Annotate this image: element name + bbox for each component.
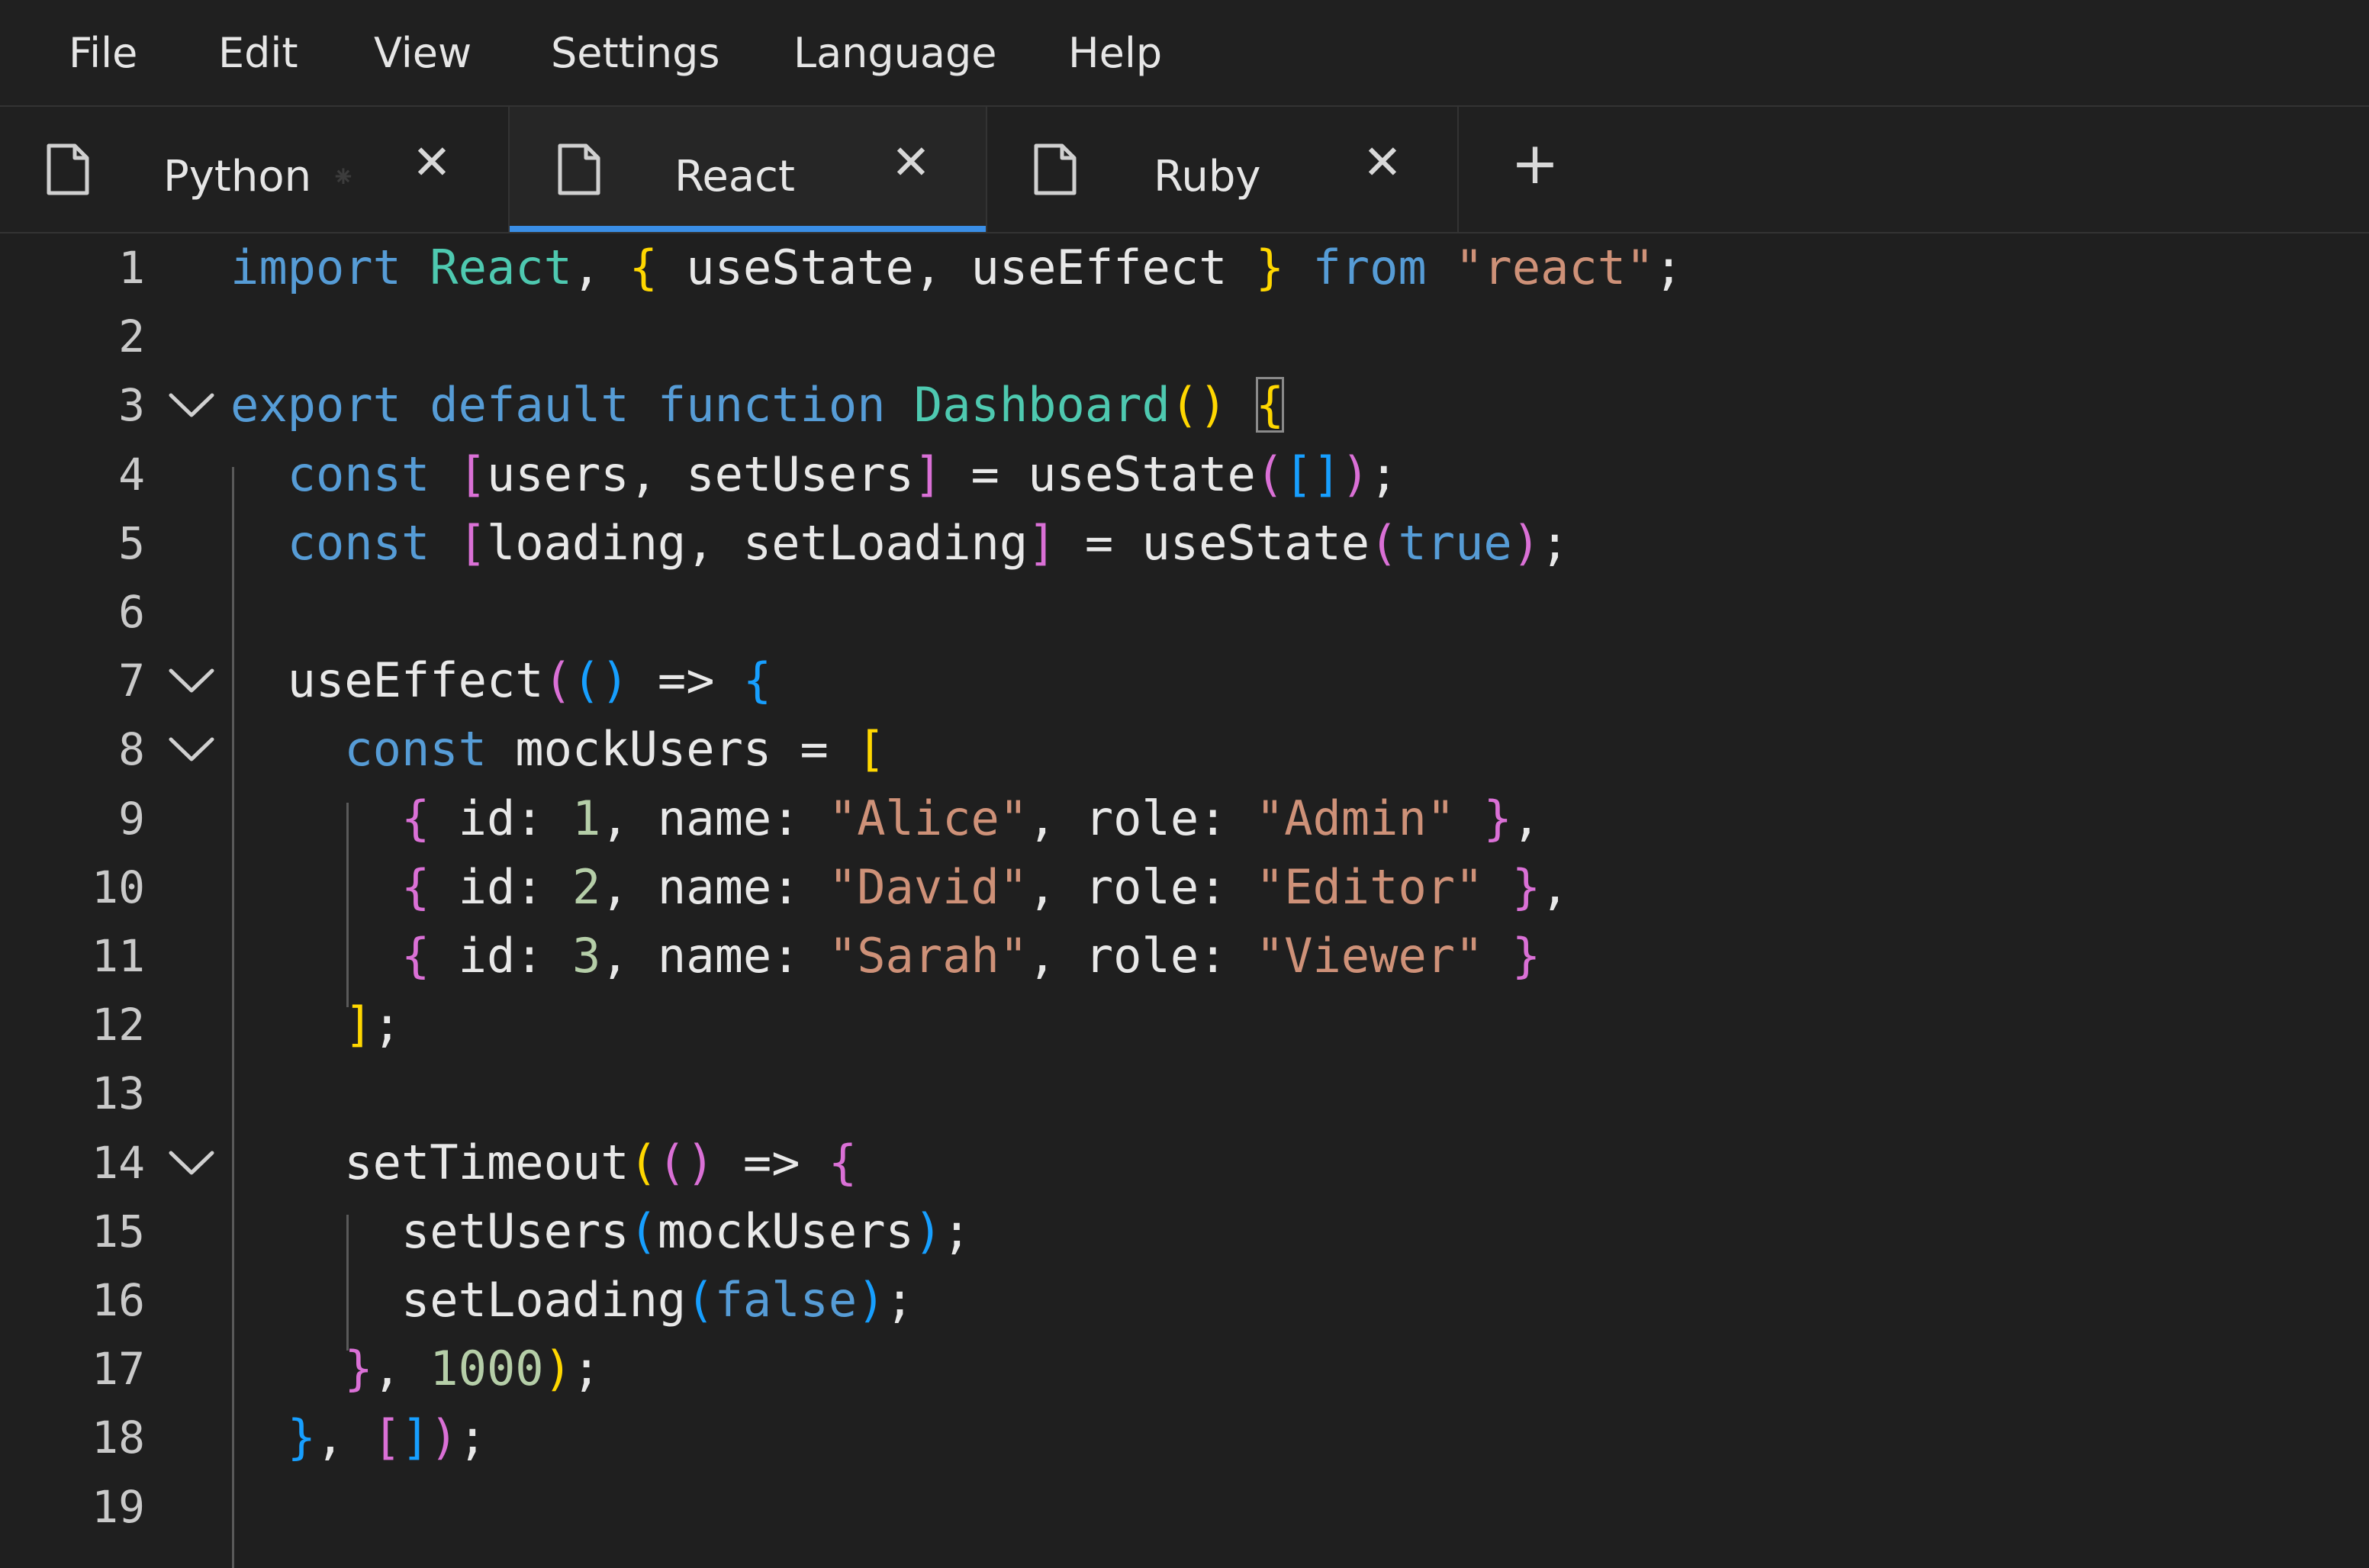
line-number: 2 [118, 311, 145, 362]
unsaved-indicator-icon: ⁕ [331, 160, 356, 194]
code-line[interactable]: 17 }, 1000); [0, 1335, 2369, 1403]
tab-label: Python [163, 152, 312, 201]
line-number: 3 [118, 379, 145, 431]
close-tab-icon[interactable]: ✕ [409, 136, 455, 189]
close-tab-icon[interactable]: ✕ [1360, 136, 1405, 189]
tab-label: React [674, 152, 795, 201]
code-text: { id: 2, name: "David", role: "Editor" }… [401, 859, 1569, 915]
menu-settings[interactable]: Settings [551, 23, 719, 84]
menu-bar: File Edit View Settings Language Help [0, 0, 2369, 107]
fold-chevron-down-icon[interactable] [166, 666, 217, 697]
line-number: 15 [92, 1206, 145, 1257]
code-text: const [loading, setLoading] = useState(t… [287, 515, 1569, 571]
code-text: useEffect(() => { [230, 652, 772, 708]
code-line[interactable]: 18 }, []); [0, 1403, 2369, 1472]
code-line[interactable]: 11 { id: 3, name: "Sarah", role: "Viewer… [0, 922, 2369, 990]
code-line[interactable]: 8 const mockUsers = [ [0, 715, 2369, 784]
code-line[interactable]: 12 ]; [0, 990, 2369, 1059]
line-number: 13 [92, 1067, 145, 1119]
code-text: setTimeout(() => { [230, 1135, 858, 1190]
line-number: 4 [118, 449, 145, 501]
code-text: { id: 3, name: "Sarah", role: "Viewer" } [401, 928, 1541, 984]
code-line[interactable]: 6 [0, 578, 2369, 646]
menu-language[interactable]: Language [793, 23, 997, 84]
code-text: }, 1000); [344, 1341, 601, 1396]
file-icon [558, 143, 600, 195]
code-line[interactable]: 7 useEffect(() => { [0, 646, 2369, 715]
menu-help[interactable]: Help [1068, 23, 1162, 84]
code-line[interactable]: 10 { id: 2, name: "David", role: "Editor… [0, 853, 2369, 922]
code-line[interactable]: 4 const [users, setUsers] = useState([])… [0, 440, 2369, 509]
line-number: 19 [92, 1481, 145, 1533]
code-line[interactable]: 13 [0, 1059, 2369, 1128]
code-text: setUsers(mockUsers); [230, 1203, 971, 1259]
tab-python[interactable]: Python ⁕ ✕ [0, 107, 510, 232]
fold-chevron-down-icon[interactable] [166, 1148, 217, 1179]
line-number: 8 [118, 723, 145, 775]
line-number: 16 [92, 1274, 145, 1326]
code-line[interactable]: 3 export default function Dashboard() { [0, 371, 2369, 439]
line-number: 11 [92, 930, 145, 982]
menu-file[interactable]: File [69, 23, 137, 84]
menu-view[interactable]: View [374, 23, 472, 84]
line-number: 14 [92, 1137, 145, 1189]
close-tab-icon[interactable]: ✕ [888, 136, 934, 189]
code-line[interactable]: 14 setTimeout(() => { [0, 1129, 2369, 1197]
code-text: ]; [344, 997, 401, 1052]
line-number: 10 [92, 861, 145, 913]
code-line[interactable]: 15 setUsers(mockUsers); [0, 1197, 2369, 1266]
code-text: import React, { useState, useEffect } fr… [230, 240, 1683, 295]
line-number: 17 [92, 1343, 145, 1395]
file-icon [1034, 143, 1077, 195]
line-number: 1 [118, 242, 145, 294]
code-text: }, []); [287, 1409, 487, 1465]
code-line[interactable]: 19 [0, 1473, 2369, 1541]
code-line[interactable]: 16 setLoading(false); [0, 1266, 2369, 1335]
code-editor[interactable]: 1 import React, { useState, useEffect } f… [0, 233, 2369, 1568]
line-number: 5 [118, 517, 145, 569]
code-text: export default function Dashboard() { [230, 377, 1285, 433]
line-number: 6 [118, 586, 145, 638]
line-number: 18 [92, 1412, 145, 1463]
tab-react[interactable]: React ✕ [510, 107, 987, 232]
menu-edit[interactable]: Edit [218, 23, 298, 84]
code-line[interactable]: 2 [0, 302, 2369, 371]
code-text: setLoading(false); [230, 1272, 914, 1328]
line-number: 12 [92, 999, 145, 1051]
new-tab-button[interactable]: + [1505, 133, 1566, 194]
tab-ruby[interactable]: Ruby ✕ [987, 107, 1459, 232]
fold-chevron-down-icon[interactable] [166, 391, 217, 421]
tab-bar: Python ⁕ ✕ React ✕ Ruby ✕ + [0, 107, 2369, 233]
code-text: { id: 1, name: "Alice", role: "Admin" }, [401, 790, 1541, 846]
line-number: 7 [118, 655, 145, 707]
code-line[interactable]: 9 { id: 1, name: "Alice", role: "Admin" … [0, 784, 2369, 853]
code-text: const [users, setUsers] = useState([]); [287, 446, 1399, 502]
tab-label: Ruby [1154, 152, 1261, 201]
code-text: const mockUsers = [ [344, 721, 886, 777]
code-line[interactable]: 5 const [loading, setLoading] = useState… [0, 509, 2369, 578]
code-line[interactable]: 1 import React, { useState, useEffect } f… [0, 233, 2369, 302]
file-icon [47, 143, 89, 195]
line-number: 9 [118, 793, 145, 845]
fold-chevron-down-icon[interactable] [166, 735, 217, 765]
